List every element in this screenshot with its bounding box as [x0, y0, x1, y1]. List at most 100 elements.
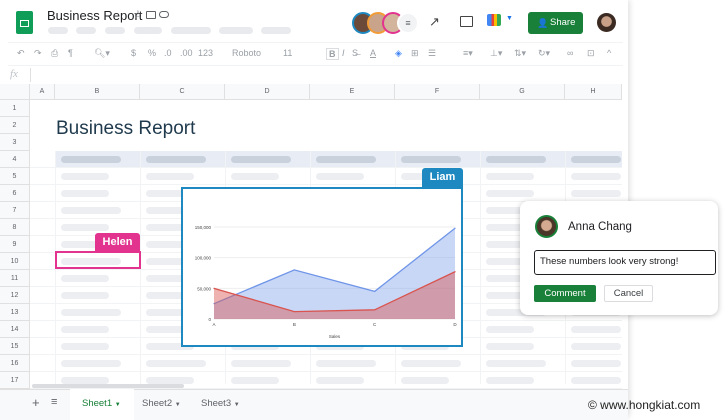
column-header-F[interactable]: F: [395, 84, 480, 100]
cell-placeholder[interactable]: [571, 156, 621, 163]
comment-input[interactable]: These numbers look very strong!: [534, 250, 716, 275]
cell-placeholder[interactable]: [146, 377, 194, 384]
row-header-16[interactable]: 16: [0, 355, 30, 372]
cell-placeholder[interactable]: [486, 326, 534, 333]
cell-placeholder[interactable]: [571, 173, 621, 180]
cell-placeholder[interactable]: [316, 156, 376, 163]
tab-sheet1[interactable]: Sheet1 ▼: [70, 389, 134, 420]
row-header-17[interactable]: 17: [0, 372, 30, 389]
cell-placeholder[interactable]: [401, 360, 461, 367]
more-collaborators-icon[interactable]: ≡: [397, 12, 419, 34]
comment-cancel-button[interactable]: Cancel: [604, 285, 653, 302]
cell-placeholder[interactable]: [146, 360, 206, 367]
vertical-align-icon[interactable]: ⊥▾: [490, 48, 502, 59]
row-header-13[interactable]: 13: [0, 304, 30, 321]
increase-decimal-button[interactable]: .00: [180, 48, 193, 58]
tab-sheet2[interactable]: Sheet2 ▼: [142, 389, 181, 420]
cell-placeholder[interactable]: [401, 156, 461, 163]
chevron-down-icon[interactable]: ▼: [506, 15, 513, 22]
cell-placeholder[interactable]: [61, 292, 109, 299]
menu-item[interactable]: [261, 27, 291, 34]
share-button[interactable]: 👤 Share: [528, 12, 583, 34]
cell-placeholder[interactable]: [571, 190, 621, 197]
cell-placeholder[interactable]: [401, 377, 449, 384]
horizontal-scrollbar[interactable]: [32, 384, 184, 388]
menu-item[interactable]: [48, 27, 68, 34]
row-header-3[interactable]: 3: [0, 134, 30, 151]
row-header-1[interactable]: 1: [0, 100, 30, 117]
column-header-D[interactable]: D: [225, 84, 310, 100]
row-header-14[interactable]: 14: [0, 321, 30, 338]
cell-placeholder[interactable]: [61, 275, 109, 282]
cell-placeholder[interactable]: [486, 173, 534, 180]
cell-placeholder[interactable]: [61, 309, 121, 316]
paint-format-icon[interactable]: ¶: [68, 48, 73, 58]
row-header-15[interactable]: 15: [0, 338, 30, 355]
cell-placeholder[interactable]: [316, 360, 376, 367]
row-header-2[interactable]: 2: [0, 117, 30, 134]
menu-item[interactable]: [105, 27, 125, 34]
cell-placeholder[interactable]: [231, 360, 291, 367]
cell-placeholder[interactable]: [61, 326, 109, 333]
decrease-decimal-button[interactable]: .0: [164, 48, 172, 58]
document-title[interactable]: Business Report: [47, 8, 142, 23]
cell-placeholder[interactable]: [571, 360, 621, 367]
cell-placeholder[interactable]: [571, 326, 621, 333]
merge-cells-icon[interactable]: ☰: [428, 48, 436, 59]
comment-submit-button[interactable]: Comment: [534, 285, 596, 302]
cell-placeholder[interactable]: [61, 360, 121, 367]
formula-input[interactable]: [30, 68, 622, 82]
menu-item[interactable]: [171, 27, 211, 34]
cell-placeholder[interactable]: [316, 173, 364, 180]
chevron-down-icon[interactable]: ▼: [234, 402, 240, 408]
cell-placeholder[interactable]: [571, 343, 621, 350]
redo-icon[interactable]: ↷: [34, 48, 42, 59]
menu-item[interactable]: [219, 27, 253, 34]
rotate-icon[interactable]: ↻▾: [538, 48, 550, 59]
text-color-icon[interactable]: A: [370, 48, 376, 58]
all-sheets-icon[interactable]: ≡: [51, 396, 57, 408]
cell-placeholder[interactable]: [61, 377, 109, 384]
star-icon[interactable]: ☆: [133, 8, 143, 21]
row-header-10[interactable]: 10: [0, 253, 30, 270]
column-header-C[interactable]: C: [140, 84, 225, 100]
bold-button[interactable]: B: [326, 48, 339, 60]
cell-placeholder[interactable]: [61, 156, 121, 163]
cell-placeholder[interactable]: [61, 224, 109, 231]
menu-item[interactable]: [76, 27, 96, 34]
insert-comment-icon[interactable]: ⊡: [587, 48, 595, 59]
move-folder-icon[interactable]: [146, 11, 156, 19]
select-all-corner[interactable]: [0, 84, 30, 100]
cell-placeholder[interactable]: [486, 360, 546, 367]
undo-icon[interactable]: ↶: [17, 48, 25, 59]
print-icon[interactable]: ⎙: [51, 48, 58, 59]
row-header-9[interactable]: 9: [0, 236, 30, 253]
row-header-5[interactable]: 5: [0, 168, 30, 185]
cell-placeholder[interactable]: [486, 156, 546, 163]
cell-placeholder[interactable]: [61, 190, 109, 197]
cell-placeholder[interactable]: [486, 190, 534, 197]
sheets-logo[interactable]: [16, 11, 33, 34]
cell-placeholder[interactable]: [486, 377, 534, 384]
column-header-B[interactable]: B: [55, 84, 140, 100]
column-header-A[interactable]: A: [30, 84, 55, 100]
row-header-8[interactable]: 8: [0, 219, 30, 236]
cell-placeholder[interactable]: [61, 207, 121, 214]
cell-placeholder[interactable]: [146, 156, 206, 163]
fill-color-icon[interactable]: ◈: [395, 48, 402, 59]
comments-icon[interactable]: [460, 16, 473, 27]
meet-button[interactable]: [487, 14, 501, 26]
column-header-H[interactable]: H: [565, 84, 622, 100]
font-size-select[interactable]: 11: [283, 48, 292, 58]
font-select[interactable]: Roboto: [232, 48, 261, 58]
collapse-toolbar-icon[interactable]: ^: [607, 48, 611, 58]
user-avatar[interactable]: [597, 13, 616, 32]
chevron-down-icon[interactable]: ▼: [115, 402, 121, 408]
chart-container[interactable]: 0 50,000 100,000 150,000 A B C D Sales: [181, 187, 463, 347]
strikethrough-icon[interactable]: S̶: [352, 48, 358, 58]
italic-button[interactable]: I: [342, 48, 345, 58]
cell-placeholder[interactable]: [231, 156, 291, 163]
cell-placeholder[interactable]: [61, 173, 109, 180]
row-header-4[interactable]: 4: [0, 151, 30, 168]
percent-button[interactable]: %: [148, 48, 156, 58]
